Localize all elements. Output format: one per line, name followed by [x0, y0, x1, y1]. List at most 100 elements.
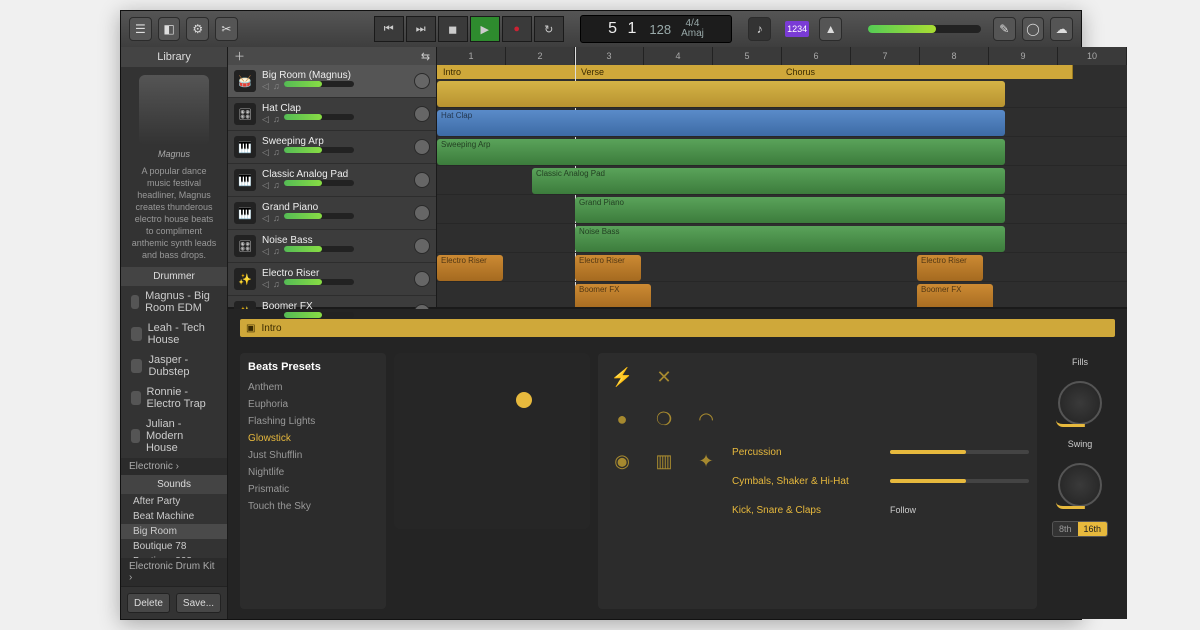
xy-puck[interactable] — [516, 392, 532, 408]
xy-pad[interactable] — [394, 353, 590, 529]
region[interactable]: Noise Bass — [575, 226, 1005, 252]
pan-knob[interactable] — [414, 73, 430, 89]
solo-icon[interactable]: ♫ — [273, 81, 280, 92]
track-row[interactable]: 🎹Classic Analog Pad◁♫ — [228, 164, 436, 197]
beat-preset-item[interactable]: Nightlife — [248, 464, 378, 481]
track-volume-slider[interactable] — [284, 180, 354, 186]
save-button[interactable]: Save... — [176, 593, 221, 613]
cymbals-slider[interactable] — [890, 479, 1029, 483]
fills-knob[interactable] — [1058, 381, 1102, 425]
drummer-item[interactable]: Julian - Modern House — [121, 414, 227, 458]
master-volume-slider[interactable] — [868, 25, 981, 33]
pan-knob[interactable] — [414, 139, 430, 155]
arrangement-marker[interactable]: Chorus — [780, 65, 1073, 79]
region[interactable] — [437, 81, 1005, 107]
arrangement-marker[interactable]: Intro — [437, 65, 588, 79]
track-volume-slider[interactable] — [284, 246, 354, 252]
mute-icon[interactable]: ◁ — [262, 279, 269, 290]
sound-item[interactable]: Boutique 78 — [121, 539, 227, 554]
pan-knob[interactable] — [414, 205, 430, 221]
track-volume-slider[interactable] — [284, 213, 354, 219]
track-row[interactable]: 🎹Grand Piano◁♫ — [228, 197, 436, 230]
add-track-button[interactable]: ＋ — [234, 48, 245, 64]
pan-knob[interactable] — [414, 106, 430, 122]
swing-knob[interactable] — [1058, 463, 1102, 507]
maracas-icon[interactable]: ❍ — [648, 403, 680, 435]
beat-preset-item[interactable]: Euphoria — [248, 396, 378, 413]
solo-icon[interactable]: ♫ — [273, 114, 280, 125]
pan-knob[interactable] — [414, 271, 430, 287]
smart-controls-icon[interactable]: ◧ — [158, 17, 181, 41]
track-volume-slider[interactable] — [284, 279, 354, 285]
editor-region-strip[interactable]: ▣ Intro — [240, 319, 1115, 337]
mute-icon[interactable]: ◁ — [262, 246, 269, 257]
metronome-icon[interactable]: ♪ — [748, 17, 771, 41]
stop-button[interactable]: ◼ — [438, 16, 468, 42]
editors-icon[interactable]: ⚙ — [186, 17, 209, 41]
mute-icon[interactable]: ◁ — [262, 114, 269, 125]
loop-browser-icon[interactable]: ◯ — [1022, 17, 1045, 41]
clap-icon[interactable]: ✦ — [690, 445, 722, 477]
beat-preset-item[interactable]: Flashing Lights — [248, 413, 378, 430]
media-browser-icon[interactable]: ☁ — [1050, 17, 1073, 41]
solo-icon[interactable]: ♫ — [273, 180, 280, 191]
bolt-icon[interactable]: ⚡ — [606, 361, 638, 393]
snare-icon[interactable]: ▥ — [648, 445, 680, 477]
region[interactable]: Hat Clap — [437, 110, 1005, 136]
drummer-item[interactable]: Ronnie - Electro Trap — [121, 382, 227, 414]
track-options-icon[interactable]: ⇆ — [421, 50, 430, 63]
region[interactable]: Grand Piano — [575, 197, 1005, 223]
solo-icon[interactable]: ♫ — [273, 246, 280, 257]
cymbal-icon[interactable]: ◠ — [690, 403, 722, 435]
solo-icon[interactable]: ♫ — [273, 213, 280, 224]
region[interactable]: Boomer FX — [917, 284, 993, 307]
rewind-button[interactable]: ⏮ — [374, 16, 404, 42]
drummer-item[interactable]: Magnus - Big Room EDM — [121, 286, 227, 318]
track-row[interactable]: 🎛Hat Clap◁♫ — [228, 98, 436, 131]
region[interactable]: Electro Riser — [917, 255, 983, 281]
scissors-icon[interactable]: ✂ — [215, 17, 238, 41]
timeline-ruler[interactable]: 12345678910 — [437, 47, 1127, 65]
sticks-icon[interactable]: ✕ — [648, 361, 680, 393]
beat-preset-item[interactable]: Anthem — [248, 379, 378, 396]
mute-icon[interactable]: ◁ — [262, 147, 269, 158]
region[interactable]: Electro Riser — [437, 255, 503, 281]
track-row[interactable]: 🎹Sweeping Arp◁♫ — [228, 131, 436, 164]
lcd-display[interactable]: 5 1 128 4/4 Amaj — [580, 15, 732, 43]
beat-preset-item[interactable]: Touch the Sky — [248, 498, 378, 515]
beat-preset-item[interactable]: Just Shufflin — [248, 447, 378, 464]
track-volume-slider[interactable] — [284, 147, 354, 153]
notepad-icon[interactable]: ✎ — [993, 17, 1016, 41]
solo-icon[interactable]: ♫ — [273, 147, 280, 158]
track-volume-slider[interactable] — [284, 81, 354, 87]
track-row[interactable]: 🥁Big Room (Magnus)◁♫ — [228, 65, 436, 98]
delete-button[interactable]: Delete — [127, 593, 170, 613]
arrangement-marker[interactable]: Verse — [575, 65, 793, 79]
kick-icon[interactable]: ◉ — [606, 445, 638, 477]
region[interactable]: Sweeping Arp — [437, 139, 1005, 165]
drummer-item[interactable]: Leah - Tech House — [121, 318, 227, 350]
tuner-icon[interactable]: ▲ — [819, 17, 842, 41]
swing-resolution-segment[interactable]: 8th 16th — [1052, 521, 1108, 537]
library-toggle-icon[interactable]: ☰ — [129, 17, 152, 41]
mute-icon[interactable]: ◁ — [262, 81, 269, 92]
percussion-slider[interactable] — [890, 450, 1029, 454]
beat-preset-item[interactable]: Prismatic — [248, 481, 378, 498]
forward-button[interactable]: ⏭ — [406, 16, 436, 42]
track-row[interactable]: ✨Electro Riser◁♫ — [228, 263, 436, 296]
track-volume-slider[interactable] — [284, 312, 354, 318]
track-row[interactable]: 🎛Noise Bass◁♫ — [228, 230, 436, 263]
follow-label[interactable]: Follow — [890, 505, 916, 515]
genre-row[interactable]: Electronic › — [121, 458, 227, 475]
region[interactable]: Boomer FX — [575, 284, 651, 307]
sound-item[interactable]: After Party — [121, 494, 227, 509]
pan-knob[interactable] — [414, 238, 430, 254]
mute-icon[interactable]: ◁ — [262, 180, 269, 191]
region[interactable]: Electro Riser — [575, 255, 641, 281]
beat-preset-item[interactable]: Glowstick — [248, 430, 378, 447]
drummer-item[interactable]: Jasper - Dubstep — [121, 350, 227, 382]
cycle-button[interactable]: ↻ — [534, 16, 564, 42]
kit-row[interactable]: Electronic Drum Kit › — [121, 558, 227, 586]
sound-item[interactable]: Beat Machine — [121, 509, 227, 524]
solo-icon[interactable]: ♫ — [273, 279, 280, 290]
